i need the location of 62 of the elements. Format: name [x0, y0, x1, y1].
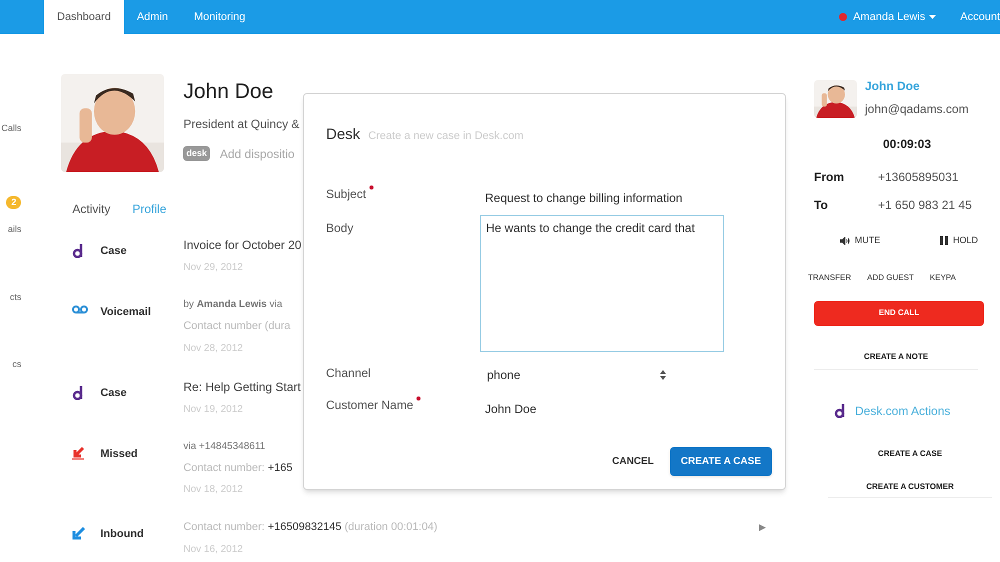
number-label: From — [814, 169, 845, 186]
desk-icon — [72, 244, 84, 258]
play-button[interactable]: ▶ — [759, 521, 766, 534]
activity-type: Voicemail — [100, 305, 152, 320]
mute-button[interactable]: MUTE — [814, 234, 906, 248]
body-textarea[interactable]: He wants to change the credit card that — [480, 214, 724, 352]
desk-icon — [72, 386, 84, 400]
phone-number: +13605895031 — [878, 169, 958, 186]
count-badge: 2 — [6, 196, 22, 209]
contact-name: John Doe — [183, 79, 274, 105]
sidebar-item[interactable]: ails — [8, 223, 22, 236]
activity-type: Inbound — [100, 527, 145, 542]
end-call-button[interactable]: END CALL — [814, 300, 984, 326]
text-field[interactable]: John Doe — [480, 400, 724, 418]
modal-title: Desk — [326, 125, 360, 145]
field-label: Body — [326, 220, 354, 236]
activity-text: Re: Help Getting Start — [183, 378, 302, 396]
hold-button[interactable]: HOLD — [906, 234, 978, 248]
create-case-button[interactable]: CREATE A CASE — [670, 447, 772, 476]
sort-arrows-icon — [660, 370, 666, 380]
sidebar-item[interactable]: Calls — [1, 122, 22, 136]
call-action-button[interactable]: ADD GUEST — [867, 272, 914, 284]
cancel-button[interactable]: CANCEL — [612, 454, 654, 469]
channel-select[interactable]: phone — [480, 366, 666, 384]
activity-text: via +14845348611 — [183, 440, 266, 454]
activity-type: Case — [100, 244, 128, 259]
desk-badge: desk — [183, 146, 210, 162]
caller-email: john@qadams.com — [865, 101, 969, 118]
create-note-button[interactable]: CREATE A NOTE — [814, 346, 978, 370]
desk-action-button[interactable]: CREATE A CUSTOMER — [828, 478, 992, 498]
call-timer: 00:09:03 — [882, 136, 932, 153]
activity-text: by Amanda Lewis via — [183, 298, 284, 312]
call-action-button[interactable]: TRANSFER — [808, 272, 852, 284]
field-label: Subject — [326, 186, 366, 202]
desk-icon — [834, 404, 846, 418]
text-field[interactable]: Request to change billing information — [480, 188, 724, 206]
required-icon — [369, 184, 374, 190]
number-label: To — [814, 197, 829, 214]
sidebar-item[interactable]: cts — [10, 290, 22, 304]
activity-text: Contact number: +16509832145 (duration 00:01:04) — [183, 520, 438, 535]
profile-tab[interactable]: Activity — [72, 200, 110, 218]
call-action-button[interactable]: KEYPA — [930, 272, 956, 284]
activity-type: Missed — [100, 446, 139, 462]
caret-icon — [929, 15, 936, 19]
activity-text: Contact number: +165 — [183, 460, 294, 476]
activity-type: Case — [100, 386, 128, 400]
section-title: Desk.com Actions — [855, 402, 950, 420]
voicemail-icon — [72, 305, 88, 314]
activity-text: Contact number (dura — [183, 319, 292, 334]
inbound-call-icon — [72, 527, 86, 540]
desk-action-button[interactable]: CREATE A CASE — [828, 444, 992, 464]
contact-title: President at Quincy & — [183, 116, 300, 132]
field-label: Customer Name — [326, 396, 414, 414]
required-icon — [416, 396, 422, 400]
field-label: Channel — [326, 364, 371, 382]
missed-call-icon — [72, 446, 86, 460]
speaker-icon — [840, 236, 850, 245]
nav-tab[interactable]: Dashboard — [44, 0, 124, 34]
phone-number: +1 650 983 21 45 — [878, 197, 972, 214]
pause-icon — [940, 236, 948, 246]
sidebar-item[interactable]: cs — [12, 358, 22, 372]
activity-text: Invoice for October 20 — [183, 237, 302, 254]
